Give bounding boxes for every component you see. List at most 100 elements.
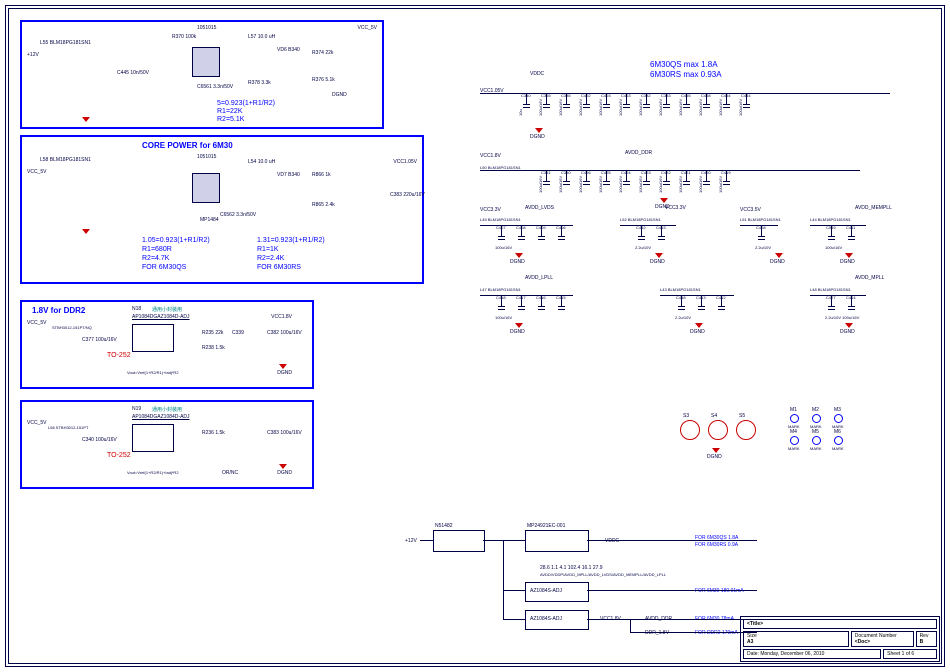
tree-mid: 28.6 1.1 4.1 102.4 16.1 27.9 [540, 565, 603, 571]
tree-r1-note2: FOR 6M30RS 0.9A [695, 542, 738, 548]
block-5v: +12V L55 BLM18PG181SN1 VCC_5V 1051015 L5… [20, 20, 384, 129]
tb-of: 6 [911, 651, 914, 657]
ic-switcher-2 [192, 173, 220, 203]
cap-C382: C382100u/16V [640, 93, 658, 114]
cap-C418: C418 [495, 295, 513, 316]
formula-4: Vout=Vref(1+R2/R1)+Iadj*R2 [127, 470, 179, 475]
cap-C424: C424100u/16V [620, 170, 638, 191]
cap-C340: C34010u [520, 93, 538, 114]
cap-C383: C383100u/16V [660, 93, 678, 114]
bead-l55: L55 BLM18PG181SN1 [40, 40, 91, 46]
c383b: C383 100u/16V [267, 430, 302, 436]
c340: C340 100u/16V [82, 437, 117, 443]
tree-n2-lbl: MP24921EC-001 [527, 523, 565, 529]
block-ddr2: 1.8V for DDR2 VCC_5V STBH3012-151PT/NQ N… [20, 300, 314, 389]
cap-C458: C458100u/16V [700, 93, 718, 114]
bank1-note2: 6M30RS max 0.93A [650, 70, 722, 79]
vd6: VD6 B340 [277, 47, 300, 53]
cap-C452: C452 [635, 225, 653, 246]
r238: R238 1.5k [202, 345, 225, 351]
cap-C407: C407 [495, 225, 513, 246]
gnd-sym-4 [279, 464, 287, 469]
tree-mid2: AVDD/VDDP/AVDD_MPLL/AVDD_LVDS/AVDD_MEMPL… [540, 572, 666, 577]
gnd-bank1 [535, 128, 543, 133]
c6561: C6561 3.3n/50V [197, 84, 233, 90]
cap-C406: C406 [555, 225, 573, 246]
lbl-s3: S3 [683, 413, 689, 419]
l54: L54 10.0 uH [248, 159, 275, 165]
cap-C402: C402100u/16V [580, 93, 598, 114]
pad-s4 [708, 420, 728, 440]
pad-s5 [736, 420, 756, 440]
ic-name: MP1484 [200, 217, 219, 223]
cap-C417: C417 [515, 295, 533, 316]
tree-r1-sig: VDDC [605, 538, 619, 544]
tree-root: +12V [405, 538, 417, 544]
r235: R235 22k [202, 330, 223, 336]
tree-n1-lbl: N51482 [435, 523, 453, 529]
block-core: CORE POWER for 6M30 VCC_5V L58 BLM18PG18… [20, 135, 424, 284]
ic-switcher-1 [192, 47, 220, 77]
cap-C419: C419100u/16V [720, 170, 738, 191]
tree-r3-note: FOR 6M30 180.01mA [695, 588, 744, 594]
pad-s3 [680, 420, 700, 440]
net-vcc5v-2: VCC_5V [27, 169, 46, 175]
formula-5v-1: 5=0.923(1+R1/R2) [217, 100, 275, 107]
cap-C426: C426100u/16V [580, 170, 598, 191]
cap-C421: C421100u/16V [680, 170, 698, 191]
lbl-s5: S5 [739, 413, 745, 419]
cap-C444: C444100u/16V [740, 93, 758, 114]
title-ddr2: 1.8V for DDR2 [32, 306, 85, 315]
out-3: VCC1.8V [271, 314, 292, 320]
r370: R370 100k [172, 34, 196, 40]
ic-body-3 [132, 324, 174, 352]
gnd-pads-lbl: DGND [707, 454, 722, 460]
c382: C382 100u/16V [267, 330, 302, 336]
cap-C422: C422100u/16V [660, 170, 678, 191]
cap-C412: C412 [715, 295, 733, 316]
cap-C385: C385100u/16V [560, 93, 578, 114]
bank1-note1: 6M30QS max 1.8A [650, 60, 718, 69]
gnd-sym-1 [82, 117, 90, 122]
vd7: VD7 B340 [277, 172, 300, 178]
cap-C403: C403100u/16V [600, 93, 618, 114]
cap-C409: C409 [535, 225, 553, 246]
bead-l58: L58 BLM18PG181SN1 [40, 157, 91, 163]
gnd-sym-2 [82, 229, 90, 234]
cap-C427: C427 [825, 295, 843, 316]
c377: C377 100u/16V [82, 337, 117, 343]
r376: R376 5.1k [312, 77, 335, 83]
gnd-bank1-lbl: DGND [530, 134, 545, 140]
net-vcc5v: VCC_5V [358, 25, 377, 31]
gnd-4: DGND [277, 470, 292, 476]
tb-date-lbl: Date: [747, 651, 759, 657]
note-4: 通用小封装用 [152, 406, 182, 413]
f7: R2=2.4K [257, 255, 284, 262]
cap-C365: C365100u/16V [540, 93, 558, 114]
caps-row-1: C34010uC365100u/16VC385100u/16VC402100u/… [520, 93, 758, 114]
c339: C339 [232, 330, 244, 336]
l57: L57 10.0 uH [248, 34, 275, 40]
r236: R236 1.5k [202, 430, 225, 436]
gnd-sym-3 [279, 364, 287, 369]
cap-C455: C455100u/16V [680, 93, 698, 114]
pwr-3: VCC_5V [27, 320, 46, 326]
tb-rev: B [920, 639, 924, 645]
icref-3: N18 [132, 306, 141, 312]
cap-C454: C454100u/16V [720, 93, 738, 114]
f3: R2=4.7K [142, 255, 169, 262]
pkg-4: TO-252 [107, 452, 131, 459]
cap-C411: C411 [845, 225, 863, 246]
icref-4: N19 [132, 406, 141, 412]
formula-5v-2: R1=22K [217, 108, 243, 115]
cap-C415: C415 [555, 295, 573, 316]
pkg-3: TO-252 [107, 352, 131, 359]
ic-body-4 [132, 424, 174, 452]
r374: R374 22k [312, 50, 333, 56]
tb-sheet: 1 [902, 651, 905, 657]
net-12v: +12V [27, 52, 39, 58]
tb-date: Monday, December 06, 2010 [760, 651, 824, 657]
cap-C408: C408 [515, 225, 533, 246]
f5: 1.31=0.923(1+R1/R2) [257, 237, 325, 244]
c6562: C6562 3.3n/50V [220, 212, 256, 218]
